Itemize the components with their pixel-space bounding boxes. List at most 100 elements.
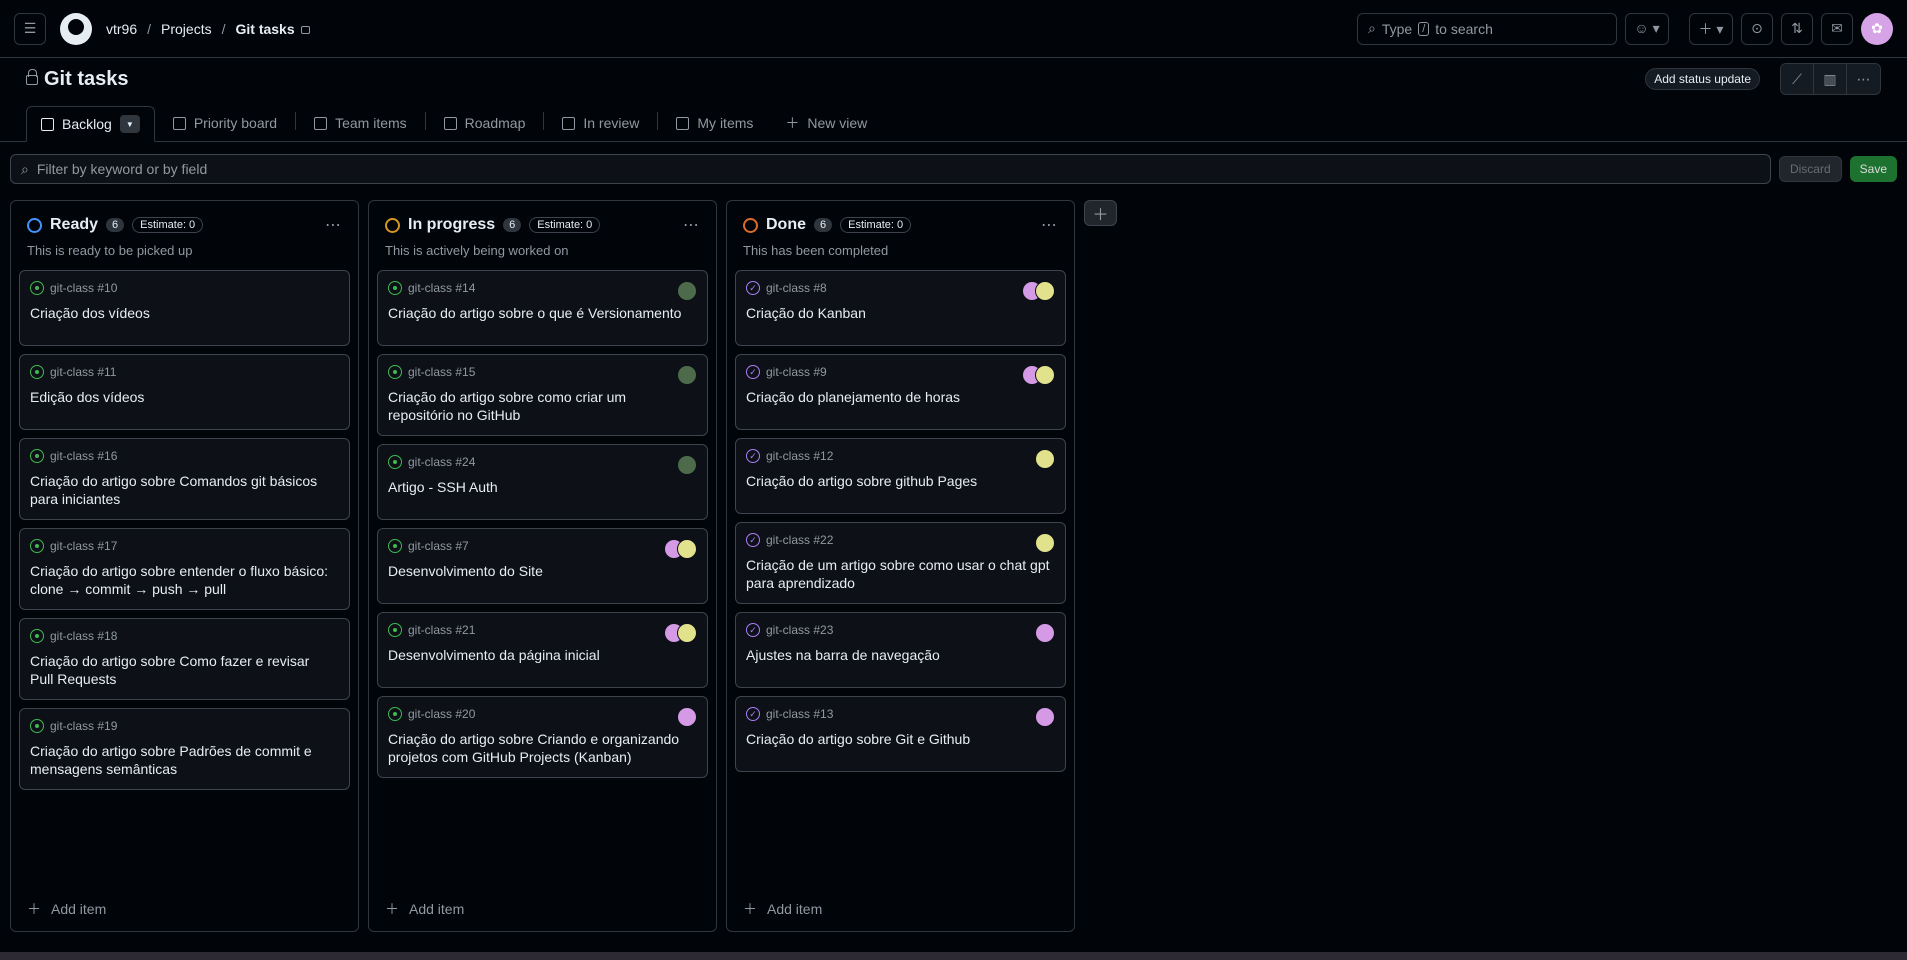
card[interactable]: git-class #15 Criação do artigo sobre com… [377,354,708,436]
card[interactable]: git-class #21 Desenvolvimento da página i… [377,612,708,688]
table-icon [562,116,576,130]
tab-team-items[interactable]: Team items [300,105,421,141]
card-title[interactable]: Criação do artigo sobre como criar um re… [388,388,697,424]
global-search-input[interactable]: ⌕ Type / to search [1357,12,1617,45]
closed-issue-icon: ✓ [746,449,760,463]
assignee-avatar[interactable] [1035,365,1055,385]
issues-icon[interactable]: ⊙ [1741,12,1773,45]
tab-in-review[interactable]: In review [548,105,653,141]
item-count-badge: 6 [106,218,125,232]
column-description: This has been completed [743,243,889,258]
copilot-icon[interactable]: ☺ ▾ [1625,12,1669,45]
assignee-avatar[interactable] [1035,449,1055,469]
assignee-avatar[interactable] [1035,533,1055,553]
open-issue-icon [388,365,402,379]
add-item-button[interactable]: ＋ Add item [385,899,464,919]
card[interactable]: ✓ git-class #8 Criação do Kanban [735,270,1066,346]
view-tabs: Backlog ▼ Priority board Team items Road… [0,100,1907,142]
more-options-icon[interactable]: ⋯ [1847,64,1880,94]
assignee-avatar[interactable] [1035,707,1055,727]
card-title[interactable]: Criação do Kanban [746,304,1055,322]
card[interactable]: git-class #16 Criação do artigo sobre Com… [19,438,350,520]
breadcrumb-owner[interactable]: vtr96 [106,21,137,37]
tab-priority-board[interactable]: Priority board [159,105,291,141]
open-issue-icon [388,281,402,295]
user-avatar[interactable]: ✿ [1861,12,1893,45]
side-panel-icon[interactable]: ▥ [1814,64,1847,94]
card[interactable]: git-class #19 Criação do artigo sobre Pad… [19,708,350,790]
tab-backlog[interactable]: Backlog ▼ [26,106,155,142]
discard-button[interactable]: Discard [1778,156,1842,182]
plus-icon: ＋ [27,901,41,917]
add-item-button[interactable]: ＋ Add item [27,899,106,919]
card-title[interactable]: Criação do artigo sobre Comandos git bás… [30,472,339,508]
open-issue-icon [388,539,402,553]
add-column-button[interactable]: ＋ [1084,200,1117,226]
create-new-icon[interactable]: ＋ ▾ [1689,12,1733,45]
card-title[interactable]: Desenvolvimento da página inicial [388,646,697,664]
card[interactable]: git-class #18 Criação do artigo sobre Com… [19,618,350,700]
card-title[interactable]: Artigo - SSH Auth [388,478,697,496]
breadcrumb-project[interactable]: Git tasks [235,21,294,37]
column-title: In progress [408,216,496,233]
card-title[interactable]: Criação do artigo sobre Criando e organi… [388,730,697,766]
assignee-avatar[interactable] [1035,281,1055,301]
assignee-avatar[interactable] [677,623,697,643]
card-title[interactable]: Desenvolvimento do Site [388,562,697,580]
page-title: Git tasks [26,68,128,91]
card[interactable]: git-class #7 Desenvolvimento do Site [377,528,708,604]
column-menu-icon[interactable]: ⋯ [325,215,342,235]
card[interactable]: ✓ git-class #23 Ajustes na barra de navega… [735,612,1066,688]
card-title[interactable]: Criação do artigo sobre github Pages [746,472,1055,490]
card-title[interactable]: Criação do planejamento de horas [746,388,1055,406]
estimate-badge: Estimate: 0 [132,217,204,233]
card-title[interactable]: Edição dos vídeos [30,388,339,406]
filter-input[interactable]: ⌕ Filter by keyword or by field [10,154,1771,184]
estimate-badge: Estimate: 0 [840,217,912,233]
column-menu-icon[interactable]: ⋯ [1041,215,1058,235]
card-title[interactable]: Ajustes na barra de navegação [746,646,1055,664]
closed-issue-icon: ✓ [746,707,760,721]
assignee-avatar[interactable] [677,707,697,727]
card-title[interactable]: Criação do artigo sobre Como fazer e rev… [30,652,339,688]
card[interactable]: git-class #10 Criação dos vídeos [19,270,350,346]
github-logo-icon[interactable] [60,12,92,45]
roadmap-icon [443,116,457,130]
save-button[interactable]: Save [1849,156,1897,182]
card-title[interactable]: Criação do artigo sobre o que é Versiona… [388,304,697,322]
inbox-icon[interactable]: ✉ [1821,12,1853,45]
card[interactable]: ✓ git-class #9 Criação do planejamento de … [735,354,1066,430]
card[interactable]: ✓ git-class #13 Criação do artigo sobre Gi… [735,696,1066,772]
add-item-button[interactable]: ＋ Add item [743,899,822,919]
tab-roadmap[interactable]: Roadmap [430,105,540,141]
tab-my-items[interactable]: My items [662,105,767,141]
assignee-avatar[interactable] [677,455,697,475]
hamburger-menu-icon[interactable]: ☰ [14,12,46,45]
new-view-button[interactable]: ＋ New view [771,105,881,141]
column-menu-icon[interactable]: ⋯ [683,215,700,235]
card-title[interactable]: Criação do artigo sobre Padrões de commi… [30,742,339,778]
card[interactable]: git-class #17 Criação do artigo sobre ent… [19,528,350,610]
card-title[interactable]: Criação do artigo sobre Git e Github [746,730,1055,748]
card[interactable]: git-class #24 Artigo - SSH Auth [377,444,708,520]
card[interactable]: ✓ git-class #12 Criação do artigo sobre gi… [735,438,1066,514]
lock-icon [26,69,38,85]
assignee-avatar[interactable] [1035,623,1055,643]
card-title[interactable]: Criação dos vídeos [30,304,339,322]
column-description: This is actively being worked on [385,243,569,258]
assignee-avatar[interactable] [677,365,697,385]
card[interactable]: git-class #14 Criação do artigo sobre o q… [377,270,708,346]
card[interactable]: git-class #11 Edição dos vídeos [19,354,350,430]
item-count-badge: 6 [503,218,522,232]
assignee-avatar[interactable] [677,281,697,301]
chevron-down-icon[interactable]: ▼ [119,115,140,133]
insights-icon[interactable]: ⟋ [1781,64,1814,94]
add-status-update-button[interactable]: Add status update [1645,68,1760,90]
card-title[interactable]: Criação do artigo sobre entender o fluxo… [30,562,339,598]
pull-requests-icon[interactable]: ⇅ [1781,12,1813,45]
card[interactable]: git-class #20 Criação do artigo sobre Cri… [377,696,708,778]
card-title[interactable]: Criação de um artigo sobre como usar o c… [746,556,1055,592]
breadcrumb-projects[interactable]: Projects [161,21,212,37]
card[interactable]: ✓ git-class #22 Criação de um artigo sobre… [735,522,1066,604]
assignee-avatar[interactable] [677,539,697,559]
